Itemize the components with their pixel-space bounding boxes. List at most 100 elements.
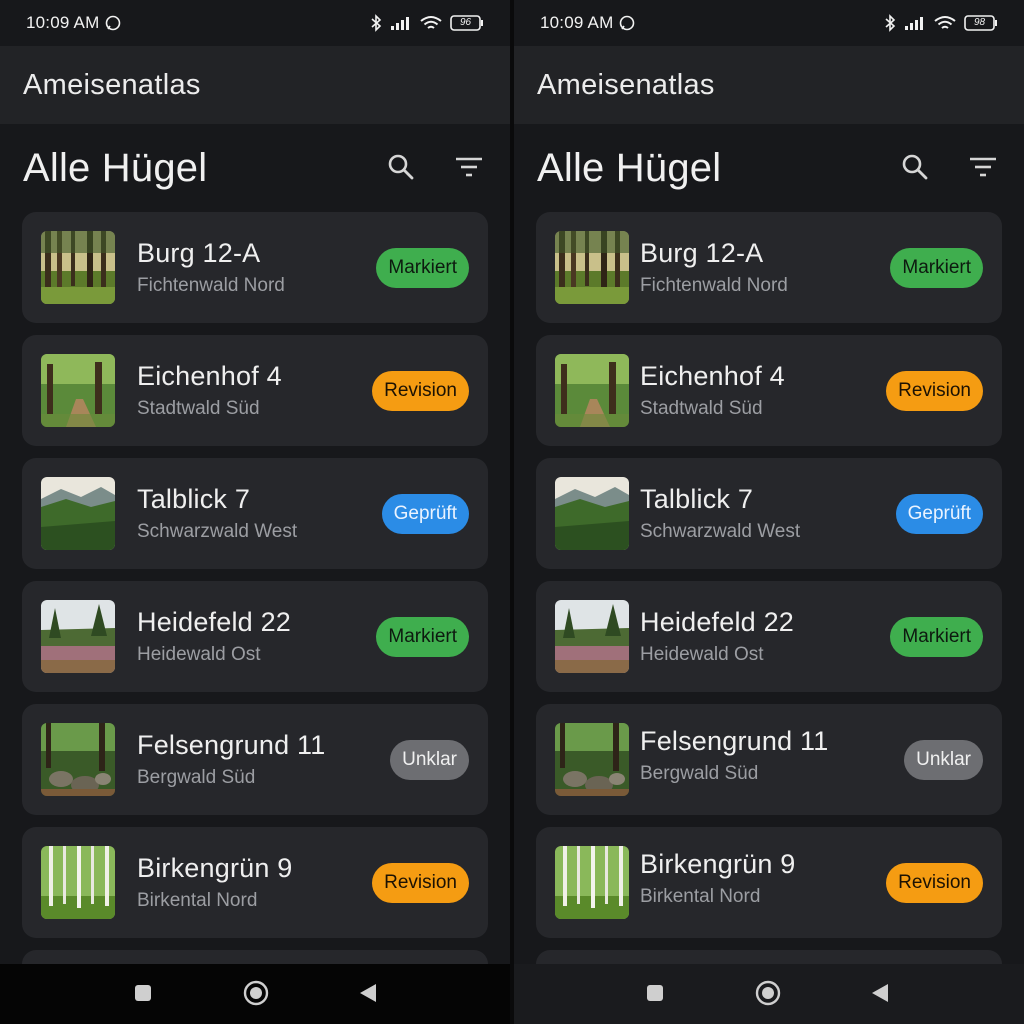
app-bar: Ameisenatlas (0, 46, 510, 124)
status-bar: 10:09 AM 96 (0, 0, 510, 46)
hill-card[interactable]: Talblick 7 Schwarzwald West Geprüft (22, 458, 488, 569)
phone-screen-left: 10:09 AM 96 Ameisenatlas Alle Hügel Burg… (0, 0, 510, 1024)
hill-text: Burg 12-A Fichtenwald Nord (640, 238, 788, 297)
status-badge[interactable]: Unklar (390, 740, 469, 780)
hill-text: Eichenhof 4 Stadtwald Süd (640, 361, 785, 420)
hill-thumbnail (555, 231, 629, 304)
hill-card[interactable]: Burg 12-A Fichtenwald Nord Markiert (536, 212, 1002, 323)
triangle-back-icon (359, 983, 377, 1008)
hill-card[interactable]: Birkengrün 9 Birkental Nord Revision (22, 827, 488, 938)
wifi-icon (934, 15, 956, 31)
page-header: Alle Hügel (0, 124, 510, 212)
status-badge[interactable]: Markiert (376, 248, 469, 288)
hill-thumbnail (555, 846, 629, 919)
signal-icon (390, 16, 412, 30)
hill-forest: Birkental Nord (137, 890, 258, 911)
hill-forest: Bergwald Süd (640, 763, 759, 784)
recent-apps-button[interactable] (642, 982, 668, 1008)
hill-forest: Bergwald Süd (137, 767, 256, 788)
status-badge[interactable]: Revision (886, 863, 983, 903)
battery-icon: 96 (450, 15, 484, 31)
battery-icon: 98 (964, 15, 998, 31)
hill-name: Burg 12-A (137, 238, 261, 268)
page-header: Alle Hügel (514, 124, 1024, 212)
bluetooth-icon (884, 14, 896, 32)
system-nav-bar (514, 964, 1024, 1024)
status-badge[interactable]: Geprüft (381, 494, 469, 534)
search-icon (901, 153, 929, 186)
hill-text: Eichenhof 4 Stadtwald Süd (137, 361, 282, 420)
status-badge[interactable]: Markiert (890, 617, 983, 657)
hill-thumbnail (555, 477, 629, 550)
hill-text: Felsengrund 11 Bergwald Süd (137, 730, 325, 789)
hill-forest: Fichtenwald Nord (137, 275, 285, 296)
hill-card[interactable]: Eichenhof 4 Stadtwald Süd Revision (22, 335, 488, 446)
hill-text: Birkengrün 9 Birkental Nord (137, 853, 293, 912)
status-badge[interactable]: Revision (372, 863, 469, 903)
hill-card[interactable]: Heidefeld 22 Heidewald Ost Markiert (536, 581, 1002, 692)
home-button[interactable] (755, 980, 781, 1011)
screens: 10:09 AM 96 Ameisenatlas Alle Hügel Burg… (0, 0, 1024, 1024)
app-title: Ameisenatlas (23, 68, 201, 101)
wifi-icon (420, 15, 442, 31)
status-time: 10:09 AM (540, 13, 614, 32)
hill-name: Felsengrund 11 (137, 730, 326, 760)
hill-card[interactable]: Burg 12-A Fichtenwald Nord Markiert (22, 212, 488, 323)
hill-name: Heidefeld 22 (640, 607, 795, 637)
hill-thumbnail (41, 477, 115, 550)
hill-card[interactable]: Talblick 7 Schwarzwald West Geprüft (536, 458, 1002, 569)
hill-card[interactable]: Felsengrund 11 Bergwald Süd Unklar (536, 704, 1002, 815)
filter-button[interactable] (964, 150, 1002, 188)
filter-icon (969, 156, 997, 183)
status-badge[interactable]: Revision (886, 371, 983, 411)
hill-name: Burg 12-A (640, 238, 764, 268)
hill-thumbnail (41, 723, 115, 796)
back-button[interactable] (355, 982, 381, 1008)
hill-forest: Stadtwald Süd (640, 398, 763, 419)
filter-button[interactable] (450, 150, 488, 188)
hill-name: Talblick 7 (640, 484, 754, 514)
app-bar: Ameisenatlas (514, 46, 1024, 124)
message-icon (105, 15, 121, 31)
hill-thumbnail (41, 231, 115, 304)
hill-thumbnail (41, 354, 115, 427)
search-button[interactable] (896, 150, 934, 188)
hill-card[interactable]: Felsengrund 11 Bergwald Süd Unklar (22, 704, 488, 815)
hill-forest: Birkental Nord (640, 886, 761, 907)
hill-card[interactable]: Eichenhof 4 Stadtwald Süd Revision (536, 335, 1002, 446)
hill-card[interactable]: Heidefeld 22 Heidewald Ost Markiert (22, 581, 488, 692)
hill-text: Heidefeld 22 Heidewald Ost (137, 607, 291, 666)
hill-thumbnail (555, 600, 629, 673)
search-button[interactable] (382, 150, 420, 188)
hill-text: Burg 12-A Fichtenwald Nord (137, 238, 285, 297)
status-badge[interactable]: Markiert (376, 617, 469, 657)
hill-card[interactable]: Birkengrün 9 Birkental Nord Revision (536, 827, 1002, 938)
hill-forest: Heidewald Ost (137, 644, 261, 665)
hill-forest: Schwarzwald West (640, 521, 801, 542)
filter-icon (455, 156, 483, 183)
hill-forest: Fichtenwald Nord (640, 275, 788, 296)
circle-icon (755, 980, 781, 1011)
status-badge[interactable]: Unklar (904, 740, 983, 780)
status-icons: 96 (370, 14, 484, 32)
hill-name: Birkengrün 9 (640, 849, 796, 879)
hill-text: Heidefeld 22 Heidewald Ost (640, 607, 794, 666)
system-nav-bar (0, 964, 510, 1024)
recent-apps-button[interactable] (130, 982, 156, 1008)
bluetooth-icon (370, 14, 382, 32)
search-icon (387, 153, 415, 186)
triangle-back-icon (871, 983, 889, 1008)
header-actions (382, 150, 488, 188)
square-icon (134, 984, 152, 1007)
back-button[interactable] (867, 982, 893, 1008)
hill-text: Felsengrund 11 Bergwald Süd (640, 726, 828, 785)
circle-icon (243, 980, 269, 1011)
signal-icon (904, 16, 926, 30)
home-button[interactable] (243, 980, 269, 1011)
status-badge[interactable]: Markiert (890, 248, 983, 288)
status-badge[interactable]: Revision (372, 371, 469, 411)
hill-thumbnail (41, 846, 115, 919)
app-title: Ameisenatlas (537, 68, 715, 101)
status-badge[interactable]: Geprüft (895, 494, 983, 534)
hill-text: Talblick 7 Schwarzwald West (137, 484, 297, 543)
